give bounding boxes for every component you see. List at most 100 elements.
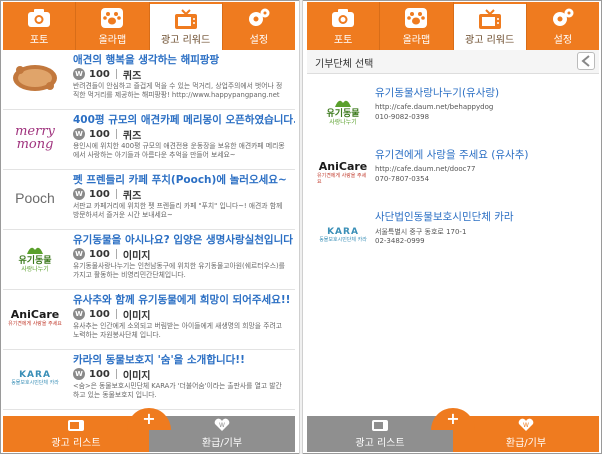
- ad-description: 용인시에 위치한 400평 규모의 애견전용 운동장을 보유한 애견카페 메리몽…: [73, 142, 285, 159]
- ad-description: 유사추는 인간에게 소외되고 버림받는 아이들에게 새생명의 희망을 주려고 노…: [73, 322, 282, 339]
- won-coin-icon: W: [73, 68, 85, 80]
- ad-reward: W 100 퀴즈: [73, 127, 142, 142]
- add-button[interactable]: +: [127, 408, 171, 430]
- gear-icon: [552, 8, 574, 26]
- ad-reward: W 100 퀴즈: [73, 67, 142, 82]
- back-button[interactable]: [577, 52, 595, 70]
- ad-type: 퀴즈: [122, 130, 142, 142]
- refund-donate-label: 환급/기부: [505, 438, 547, 449]
- ad-item-anicare[interactable]: AniCare 유기견에게 사랑을 주세요 유사추와 함께 유기동물에게 희망이…: [3, 290, 295, 350]
- ad-title: 애견의 행복을 생각하는 해피팡팡: [73, 54, 220, 66]
- refund-donate-label: 환급/기부: [201, 438, 243, 449]
- ad-description: 서판교 카페거리에 위치한 펫 프렌들리 카페 "푸치" 입니다~! 애견과 함…: [73, 202, 283, 219]
- tab-photo[interactable]: 포토: [3, 2, 77, 50]
- reward-points: 100: [89, 188, 110, 200]
- heart-coin-icon: W: [518, 418, 534, 431]
- tv-small-icon: [68, 420, 84, 431]
- ad-title: 유사추와 함께 유기동물에게 희망이 되어주세요!!: [73, 294, 291, 306]
- ad-description: <숨>은 동물보호시민단체 KARA가 '더불어숨'이라는 출판사를 열고 발간…: [73, 382, 282, 399]
- org-name: 사단법인동물보호시민단체 카라: [375, 211, 514, 223]
- tab-ad-reward[interactable]: 광고 리워드: [453, 2, 527, 50]
- ad-reward: W 100 퀴즈: [73, 187, 142, 202]
- org-item-behappy[interactable]: 유기동물 사랑나누기 유기동물사랑나누기(유사랑) http://cafe.da…: [307, 81, 599, 143]
- merrymong-logo: merry mong: [15, 124, 55, 152]
- tab-label: 광고 리워드: [161, 35, 211, 46]
- bottom-bar: 광고 리스트 W 환급/기부 +: [3, 408, 295, 452]
- ad-item-merrymong[interactable]: merry mong 400평 규모의 애견카페 메리몽이 오픈하였습니다. W…: [3, 110, 295, 170]
- ad-title: 유기동물을 아시나요? 입양은 생명사랑실천입니다 !: [73, 234, 295, 246]
- tab-photo[interactable]: 포토: [307, 2, 381, 50]
- org-phone: 02-3482-0999: [375, 237, 425, 245]
- ad-type: 이미지: [122, 370, 151, 382]
- tv-small-icon: [372, 420, 388, 431]
- won-coin-icon: W: [73, 368, 85, 380]
- svg-text:W: W: [523, 422, 529, 429]
- org-name: 유기동물사랑나누기(유사랑): [375, 87, 500, 99]
- org-url: http://cafe.daum.net/behappydog: [375, 103, 494, 111]
- ad-reward: W 100 이미지: [73, 367, 151, 382]
- ad-item-happypangpang[interactable]: 애견의 행복을 생각하는 해피팡팡 W 100 퀴즈 반려견들이 안심하고 즐겁…: [3, 50, 295, 110]
- ad-list-button[interactable]: 광고 리스트: [3, 416, 149, 452]
- donate-select-screen: 포토 올라맵 광고 리워드 설정 기부단체 선택 유기동물 사랑나누기 유기동물…: [307, 2, 599, 452]
- tab-label: 광고 리워드: [465, 35, 515, 46]
- paw-icon: [405, 8, 428, 28]
- ad-title: 400평 규모의 애견카페 메리몽이 오픈하였습니다.: [73, 114, 295, 126]
- back-arrow-icon: [581, 55, 590, 67]
- tab-label: 설정: [249, 35, 269, 46]
- ad-type: 퀴즈: [122, 70, 142, 82]
- ad-list: 애견의 행복을 생각하는 해피팡팡 W 100 퀴즈 반려견들이 안심하고 즐겁…: [3, 50, 295, 410]
- tab-label: 포토: [333, 35, 353, 46]
- behappy-logo: 유기동물 사랑나누기: [317, 91, 369, 131]
- won-coin-icon: W: [73, 248, 85, 260]
- ad-item-kara[interactable]: KARA 동물보호시민단체 카라 카라의 동물보호지 '숨'을 소개합니다!! …: [3, 350, 295, 410]
- tab-label: 올라맵: [402, 35, 431, 46]
- org-phone: 010-9082-0398: [375, 113, 430, 121]
- org-item-kara[interactable]: KARA 동물보호시민단체 카라 사단법인동물보호시민단체 카라 서울특별시 중…: [307, 205, 599, 267]
- ad-item-behappy[interactable]: 유기동물 사랑나누기 유기동물을 아시나요? 입양은 생명사랑실천입니다 ! W…: [3, 230, 295, 290]
- kara-logo: KARA 동물보호시민단체 카라: [11, 370, 59, 386]
- reward-points: 100: [89, 68, 110, 80]
- ad-description: 유기동물사랑나누기는 인천남동구에 위치한 유기동물고아원(쉐르터우스)를 가지…: [73, 262, 285, 279]
- bottom-bar: 광고 리스트 W 환급/기부 +: [307, 408, 599, 452]
- heart-coin-icon: W: [214, 418, 230, 431]
- won-coin-icon: W: [73, 308, 85, 320]
- kara-logo: KARA 동물보호시민단체 카라: [319, 227, 367, 243]
- happypangpang-logo: [7, 56, 63, 100]
- ad-list-button[interactable]: 광고 리스트: [307, 416, 453, 452]
- refund-donate-button[interactable]: W 환급/기부: [453, 416, 599, 452]
- behappy-logo: 유기동물 사랑나누기: [7, 236, 63, 280]
- tab-settings[interactable]: 설정: [527, 2, 599, 50]
- org-phone: 070-7807-0354: [375, 175, 430, 183]
- reward-points: 100: [89, 368, 110, 380]
- camera-icon: [28, 9, 51, 27]
- ad-title: 카라의 동물보호지 '숨'을 소개합니다!!: [73, 354, 245, 366]
- ad-title: 펫 프렌들리 카페 푸치(Pooch)에 놀러오세요~: [73, 174, 287, 186]
- tab-settings[interactable]: 설정: [223, 2, 295, 50]
- ad-type: 이미지: [122, 250, 151, 262]
- tab-olamap[interactable]: 올라맵: [380, 2, 454, 50]
- refund-donate-button[interactable]: W 환급/기부: [149, 416, 295, 452]
- top-tab-bar: 포토 올라맵 광고 리워드 설정: [307, 2, 599, 50]
- tab-ad-reward[interactable]: 광고 리워드: [149, 2, 223, 50]
- panel-divider: [299, 0, 303, 454]
- tab-olamap[interactable]: 올라맵: [76, 2, 150, 50]
- tv-icon: [174, 9, 197, 29]
- reward-points: 100: [89, 128, 110, 140]
- org-item-anicare[interactable]: AniCare 유기견에게 사랑을 주세요 유기견에게 사랑을 주세요 (유사추…: [307, 143, 599, 205]
- reward-points: 100: [89, 248, 110, 260]
- won-coin-icon: W: [73, 128, 85, 140]
- org-name: 유기견에게 사랑을 주세요 (유사추): [375, 149, 529, 161]
- ad-type: 퀴즈: [122, 190, 142, 202]
- org-address: 서울특별시 중구 동호로 170-1: [375, 228, 467, 236]
- donate-title: 기부단체 선택: [315, 59, 374, 70]
- tv-icon: [478, 9, 501, 29]
- ad-list-label: 광고 리스트: [355, 438, 405, 449]
- plus-icon: +: [446, 409, 460, 428]
- ad-reward: W 100 이미지: [73, 307, 150, 322]
- gear-icon: [248, 8, 270, 26]
- reward-points: 100: [89, 308, 110, 320]
- anicare-logo: AniCare 유기견에게 사랑을 주세요: [317, 160, 368, 186]
- ad-item-pooch[interactable]: Pooch 펫 프렌들리 카페 푸치(Pooch)에 놀러오세요~ W 100 …: [3, 170, 295, 230]
- tab-label: 올라맵: [98, 35, 127, 46]
- plus-icon: +: [142, 409, 156, 428]
